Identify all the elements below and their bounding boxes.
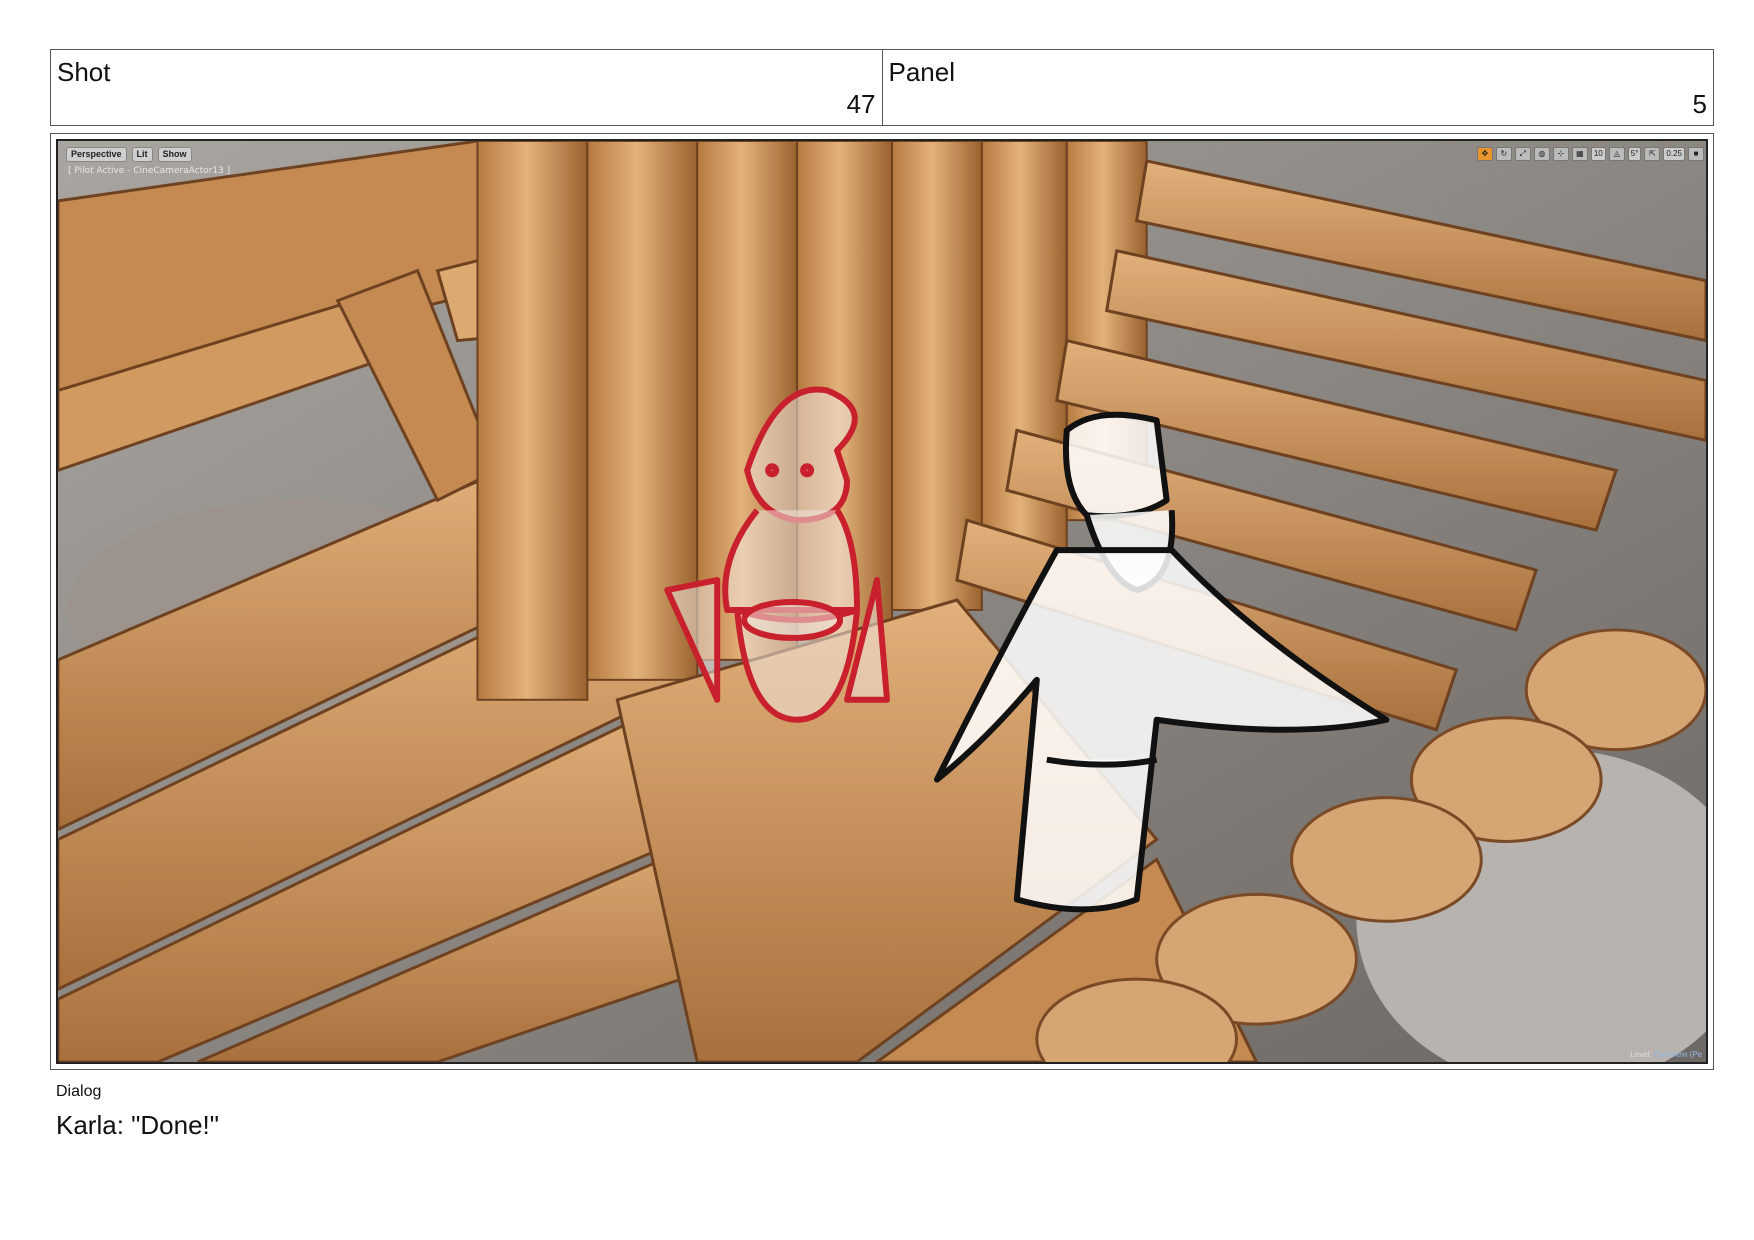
show-button[interactable]: Show (157, 147, 192, 162)
translate-icon[interactable]: ✥ (1476, 147, 1493, 161)
shot-cell: Shot 47 (51, 50, 882, 125)
shot-number: 47 (846, 89, 876, 119)
grid-size-value[interactable]: 10 (1590, 147, 1606, 161)
viewport-toolbar-right: ✥ ↻ ⤢ ◍ ⊹ ▦ 10 ◬ 5° ⇱ 0.25 ■ (1476, 147, 1704, 161)
grid-snap-icon[interactable]: ▦ (1571, 147, 1588, 161)
panel-number: 5 (1692, 89, 1707, 119)
shot-label: Shot (57, 57, 111, 87)
world-icon[interactable]: ◍ (1533, 147, 1550, 161)
level-label: Level: (1630, 1050, 1652, 1059)
viewport-toolbar-left: Perspective Lit Show (66, 147, 192, 162)
level-indicator: Level: Overview (Pe (1630, 1050, 1702, 1059)
rotate-icon[interactable]: ↻ (1495, 147, 1512, 161)
panel-cell: Panel 5 (881, 50, 1714, 125)
dialog-text: Karla: "Done!" (56, 1110, 219, 1140)
pilot-active-label: [ Pilot Active - CineCameraActor13 ] (68, 166, 231, 176)
dialog-label: Dialog (56, 1083, 102, 1100)
scale-icon[interactable]: ⤢ (1514, 147, 1531, 161)
shot-panel-header: Shot 47 Panel 5 (50, 49, 1714, 126)
panel-label: Panel (888, 57, 956, 87)
camera-speed-icon[interactable]: ■ (1688, 147, 1704, 161)
surface-snap-icon[interactable]: ⊹ (1552, 147, 1569, 161)
lit-button[interactable]: Lit (131, 147, 153, 162)
rotation-snap-icon[interactable]: ◬ (1608, 147, 1625, 161)
storyboard-frame: Perspective Lit Show [ Pilot Active - Ci… (50, 133, 1714, 1070)
perspective-button[interactable]: Perspective (66, 147, 127, 162)
scale-snap-value[interactable]: 0.25 (1663, 147, 1685, 161)
rotation-snap-value[interactable]: 5° (1627, 147, 1642, 161)
scene-illustration (58, 141, 1706, 1062)
level-name: Overview (Pe (1653, 1050, 1702, 1059)
editor-viewport[interactable]: Perspective Lit Show [ Pilot Active - Ci… (56, 139, 1708, 1064)
scale-snap-icon[interactable]: ⇱ (1644, 147, 1661, 161)
